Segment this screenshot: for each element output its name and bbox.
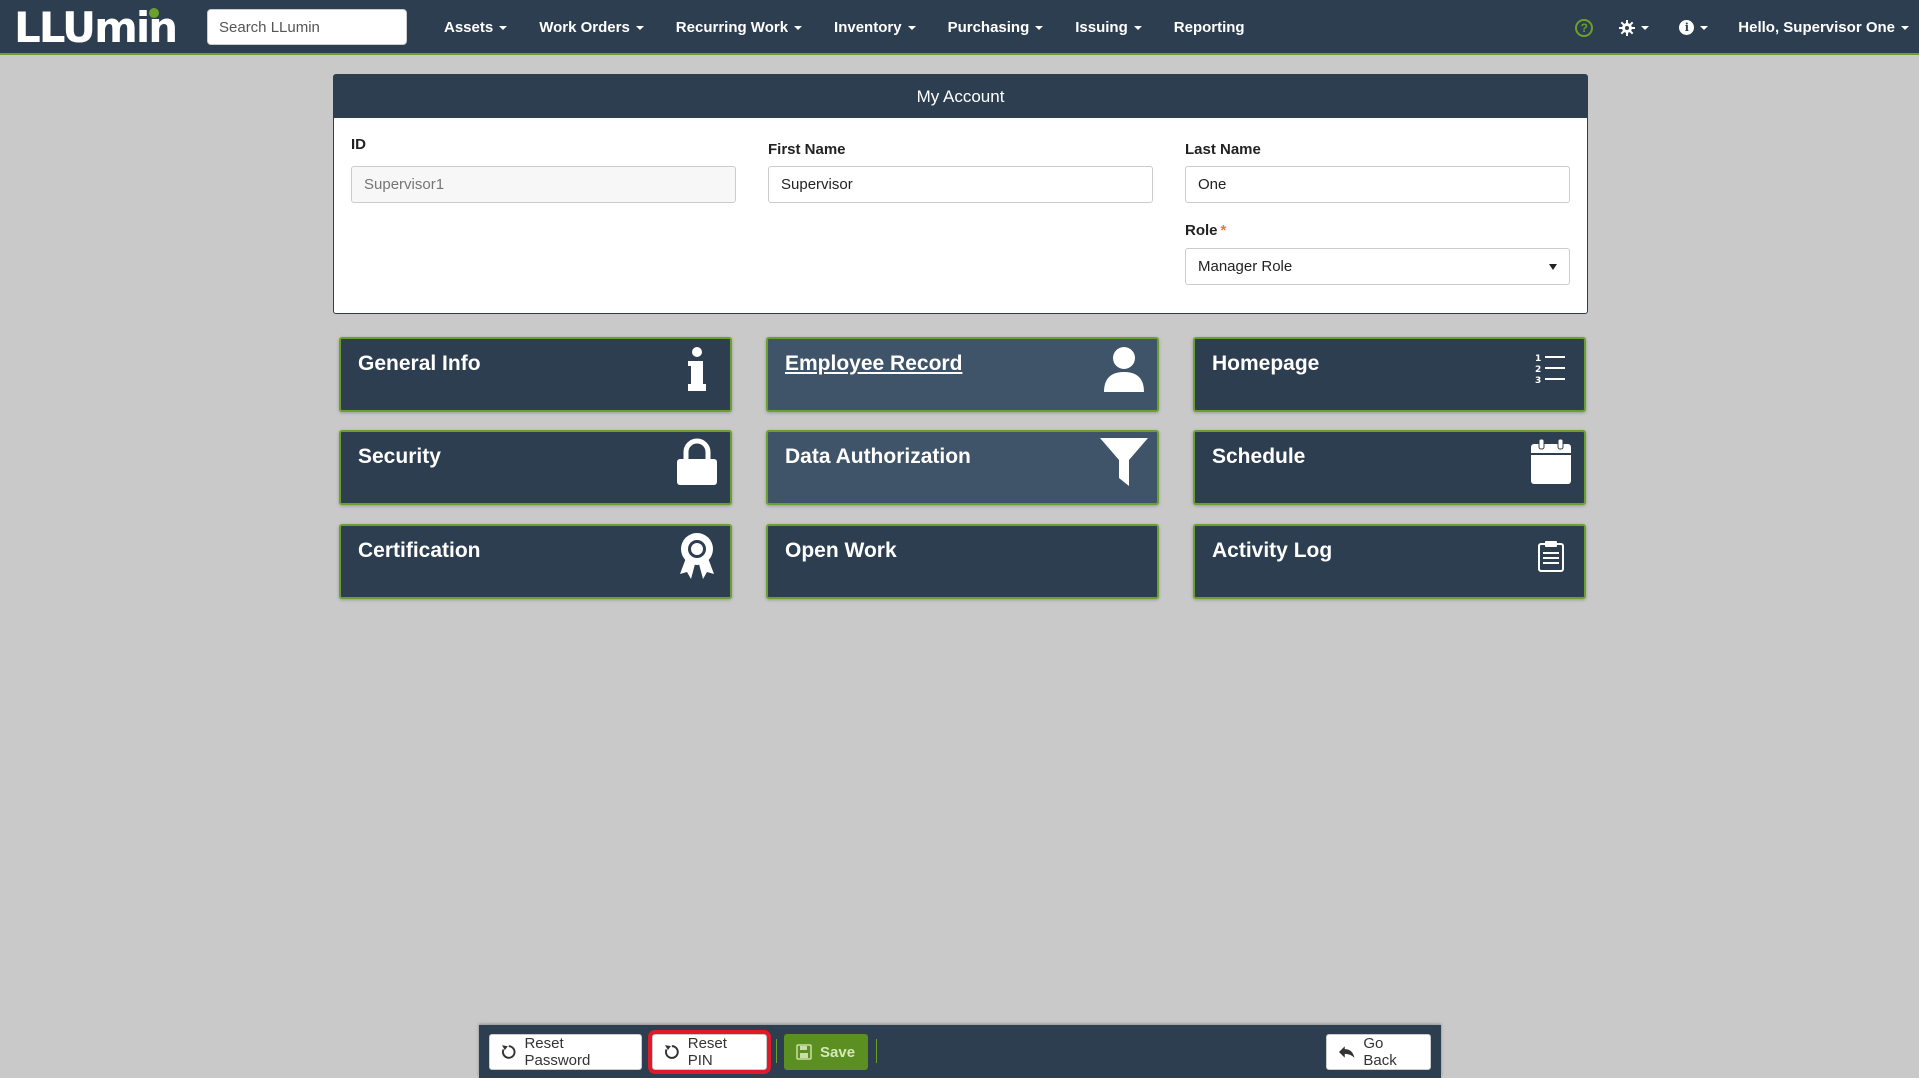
tile-open-work-label: Open Work: [785, 539, 897, 562]
llumin-logo[interactable]: LLUmin: [14, 3, 179, 55]
tile-general-info[interactable]: General Info: [339, 337, 732, 412]
chevron-down-icon: [1035, 25, 1044, 30]
search-input[interactable]: [207, 9, 407, 45]
main-menu: Assets Work Orders Recurring Work Invent…: [428, 0, 1261, 55]
first-name-field[interactable]: [768, 166, 1153, 203]
filter-icon: [1099, 437, 1149, 487]
tile-certification-label: Certification: [358, 539, 481, 562]
chevron-down-icon: [1641, 25, 1650, 30]
toolbar-divider: [876, 1039, 877, 1063]
first-name-label: First Name: [768, 141, 846, 158]
chevron-down-icon: [1901, 25, 1909, 30]
chevron-down-icon: [635, 25, 644, 30]
gear-icon: [1619, 19, 1636, 36]
user-greeting: Hello, Supervisor One: [1738, 19, 1895, 36]
chevron-down-icon: [1133, 25, 1142, 30]
nav-recurring-work-label: Recurring Work: [675, 19, 789, 36]
nav-inventory-label: Inventory: [834, 19, 902, 36]
svg-text:2: 2: [1535, 365, 1541, 375]
tile-employee-record[interactable]: Employee Record: [766, 337, 1159, 412]
nav-purchasing-label: Purchasing: [947, 19, 1030, 36]
info-icon: i: [1679, 20, 1695, 35]
chevron-down-icon: [907, 25, 916, 30]
help-icon[interactable]: ?: [1575, 18, 1594, 37]
role-select[interactable]: Manager Role: [1185, 248, 1570, 285]
panel-header: My Account: [334, 75, 1587, 118]
reset-icon: [501, 1045, 516, 1059]
info-menu[interactable]: i: [1679, 20, 1709, 35]
chevron-down-icon: [1700, 25, 1709, 30]
toolbar-divider: [776, 1039, 777, 1063]
tile-schedule[interactable]: Schedule: [1193, 430, 1586, 505]
nav-issuing-label: Issuing: [1075, 19, 1128, 36]
help-icon-glyph: ?: [1580, 20, 1588, 35]
tile-activity-log[interactable]: Activity Log: [1193, 524, 1586, 599]
nav-work-orders[interactable]: Work Orders: [523, 0, 660, 55]
reset-password-label: Reset Password: [524, 1035, 591, 1069]
info-icon-glyph: i: [1684, 21, 1689, 34]
nav-purchasing[interactable]: Purchasing: [932, 0, 1060, 55]
nav-assets[interactable]: Assets: [428, 0, 523, 55]
nav-inventory[interactable]: Inventory: [818, 0, 932, 55]
dropdown-arrow-icon: [1549, 263, 1557, 270]
panel-title: My Account: [916, 86, 1005, 106]
tile-homepage[interactable]: Homepage 1 2 3: [1193, 337, 1586, 412]
tile-data-authorization-label: Data Authorization: [785, 445, 971, 468]
tile-security[interactable]: Security: [339, 430, 732, 505]
settings-menu[interactable]: [1619, 19, 1650, 36]
role-select-value: Manager Role: [1198, 258, 1293, 275]
floppy-disk-icon: [796, 1044, 812, 1060]
nav-issuing[interactable]: Issuing: [1059, 0, 1158, 55]
chevron-down-icon: [499, 25, 508, 30]
nav-work-orders-label: Work Orders: [539, 19, 630, 36]
reset-pin-button[interactable]: Reset PIN: [648, 1030, 771, 1074]
reset-icon: [664, 1045, 679, 1059]
chevron-down-icon: [794, 25, 803, 30]
top-navbar: LLUmin Assets Work Orders Recurring Work…: [0, 0, 1919, 55]
tile-employee-record-label: Employee Record: [785, 352, 963, 375]
nav-reporting[interactable]: Reporting: [1158, 0, 1261, 55]
tile-activity-log-label: Activity Log: [1212, 539, 1333, 562]
go-back-label: Go Back: [1363, 1035, 1397, 1069]
svg-text:3: 3: [1535, 376, 1541, 386]
save-button[interactable]: Save: [784, 1034, 868, 1070]
tile-homepage-label: Homepage: [1212, 352, 1320, 375]
certificate-icon: [672, 531, 722, 581]
id-field: [351, 166, 736, 203]
reset-password-button[interactable]: Reset Password: [489, 1034, 642, 1070]
user-menu[interactable]: Hello, Supervisor One: [1738, 19, 1909, 36]
numbered-list-icon: 1 2 3: [1526, 344, 1576, 394]
my-account-panel: My Account ID First Name Last Name Role*…: [333, 74, 1588, 314]
nav-recurring-work[interactable]: Recurring Work: [660, 0, 818, 55]
lock-icon: [672, 437, 722, 487]
logo-graphic: LLUmin: [14, 3, 178, 52]
nav-right-tools: ? i Hello, Supervisor One: [1575, 0, 1909, 55]
tile-schedule-label: Schedule: [1212, 445, 1306, 468]
save-label: Save: [820, 1043, 856, 1061]
svg-text:1: 1: [1535, 354, 1541, 364]
tile-certification[interactable]: Certification: [339, 524, 732, 599]
tile-general-info-label: General Info: [358, 352, 481, 375]
go-back-button[interactable]: Go Back: [1326, 1034, 1431, 1070]
reply-arrow-icon: [1338, 1046, 1355, 1058]
user-icon: [1099, 344, 1149, 394]
last-name-label: Last Name: [1185, 141, 1261, 158]
bottom-toolbar: Reset Password Reset PIN Save Go Back: [479, 1025, 1441, 1078]
role-label-text: Role: [1185, 222, 1218, 239]
nav-reporting-label: Reporting: [1173, 19, 1245, 36]
last-name-field[interactable]: [1185, 166, 1570, 203]
reset-pin-label: Reset PIN: [687, 1035, 727, 1069]
tile-open-work[interactable]: Open Work: [766, 524, 1159, 599]
info-icon: [672, 344, 722, 394]
id-label: ID: [351, 136, 366, 153]
clipboard-icon: [1526, 531, 1576, 581]
required-marker: *: [1220, 222, 1227, 239]
nav-assets-label: Assets: [444, 19, 494, 36]
calendar-icon: [1526, 437, 1576, 487]
tile-security-label: Security: [358, 445, 441, 468]
tile-data-authorization[interactable]: Data Authorization: [766, 430, 1159, 505]
role-label: Role *: [1185, 222, 1226, 239]
